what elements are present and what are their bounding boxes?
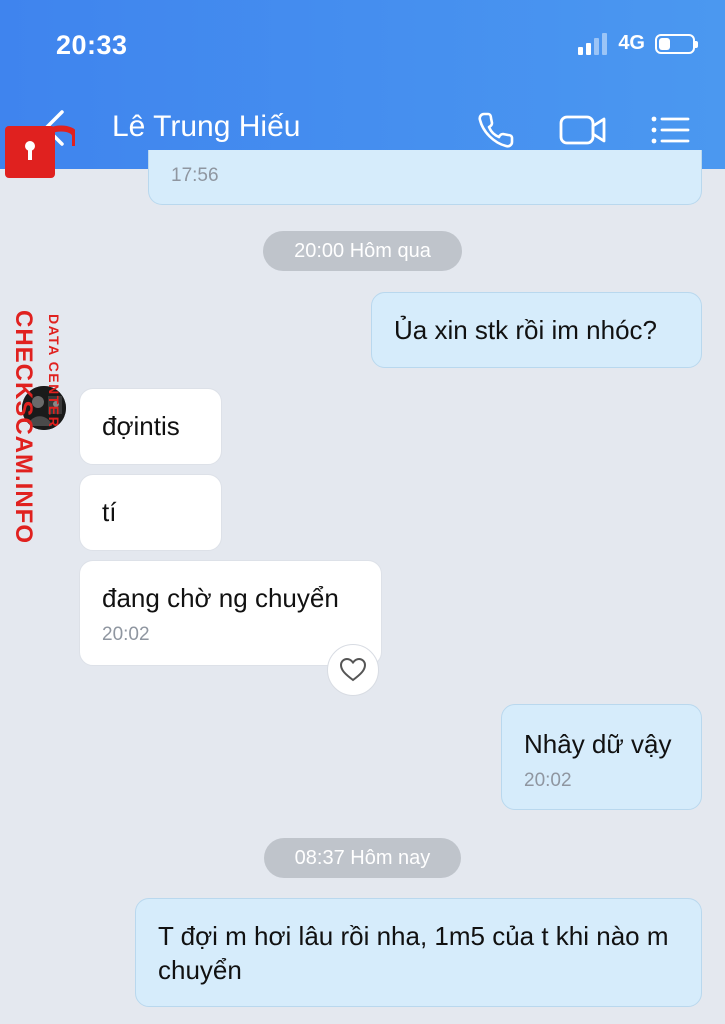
date-separator: 08:37 Hôm nay	[264, 838, 461, 878]
network-type: 4G	[618, 32, 645, 54]
battery-icon	[655, 33, 698, 54]
watermark-subtext: DATA CENTER	[46, 314, 62, 429]
message-text: tí	[102, 497, 117, 527]
message-text: T đợi m hơi lâu rồi nha, 1m5 của t khi n…	[158, 921, 669, 985]
chat-header: 20:33 4G Lê Trung Hiếu	[0, 0, 725, 169]
menu-list-icon[interactable]	[648, 108, 692, 152]
message-time: 20:02	[524, 770, 572, 791]
message-text: Nhây dữ vậy	[524, 729, 672, 759]
message-bubble-sent[interactable]: T đợi m hơi lâu rồi nha, 1m5 của t khi n…	[135, 898, 702, 1007]
message-text: đang chờ ng chuyển	[102, 583, 339, 613]
react-heart-button[interactable]	[327, 644, 379, 696]
heart-icon	[339, 657, 367, 682]
phone-call-icon[interactable]	[474, 108, 518, 152]
date-separator: 20:00 Hôm qua	[263, 231, 462, 271]
message-text: Ủa xin stk rồi im nhóc?	[394, 315, 657, 345]
message-bubble-received[interactable]: tí	[79, 474, 222, 551]
message-bubble-sent[interactable]: Ủa xin stk rồi im nhóc?	[371, 292, 702, 368]
status-time: 20:33	[56, 30, 128, 60]
video-call-icon[interactable]	[558, 108, 608, 152]
status-indicators: 4G	[578, 32, 698, 55]
message-text: đợintis	[102, 411, 180, 441]
message-bubble-received[interactable]: đợintis	[79, 388, 222, 465]
message-bubble-sent[interactable]: 17:56	[148, 150, 702, 205]
message-bubble-sent[interactable]: Nhây dữ vậy 20:02	[501, 704, 702, 810]
message-time: 17:56	[171, 165, 219, 186]
contact-name[interactable]: Lê Trung Hiếu	[112, 110, 300, 144]
padlock-icon	[5, 125, 75, 178]
message-time: 20:02	[102, 624, 150, 645]
watermark-text: CHECKSCAM.INFO	[10, 310, 37, 544]
watermark: CHECKSCAM.INFO DATA CENTER	[0, 118, 80, 544]
signal-icon	[578, 32, 608, 55]
